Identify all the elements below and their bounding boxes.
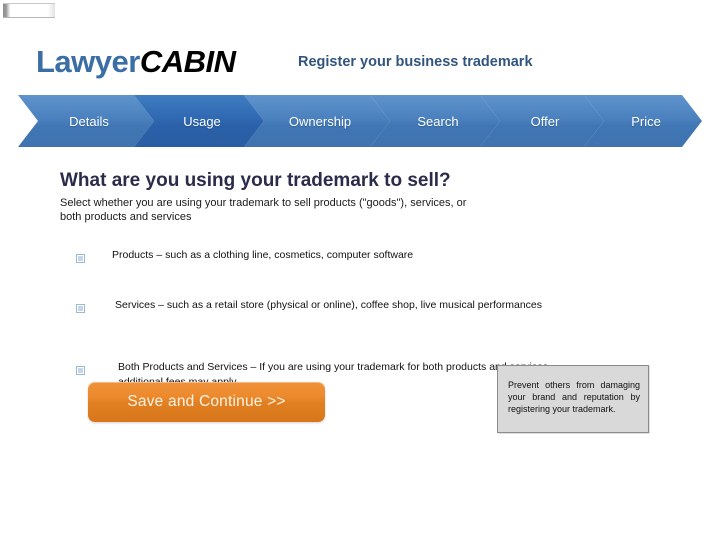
save-and-continue-button[interactable]: Save and Continue >> [88, 382, 325, 422]
page-title: What are you using your trademark to sel… [60, 170, 451, 191]
info-callout-text: Prevent others from damaging your brand … [508, 380, 640, 414]
main-content: What are you using your trademark to sel… [0, 0, 720, 540]
option-products[interactable]: Products – such as a clothing line, cosm… [60, 248, 660, 288]
checkbox-icon[interactable] [76, 304, 85, 313]
checkbox-icon[interactable] [76, 366, 85, 375]
option-label-services: Services – such as a retail store (physi… [115, 299, 542, 311]
page-subtitle: Select whether you are using your tradem… [60, 197, 467, 223]
option-group: Products – such as a clothing line, cosm… [60, 248, 660, 388]
info-callout-box: Prevent others from damaging your brand … [497, 365, 649, 433]
checkbox-icon[interactable] [76, 254, 85, 263]
option-label-products: Products – such as a clothing line, cosm… [112, 249, 414, 261]
option-services[interactable]: Services – such as a retail store (physi… [60, 298, 660, 338]
